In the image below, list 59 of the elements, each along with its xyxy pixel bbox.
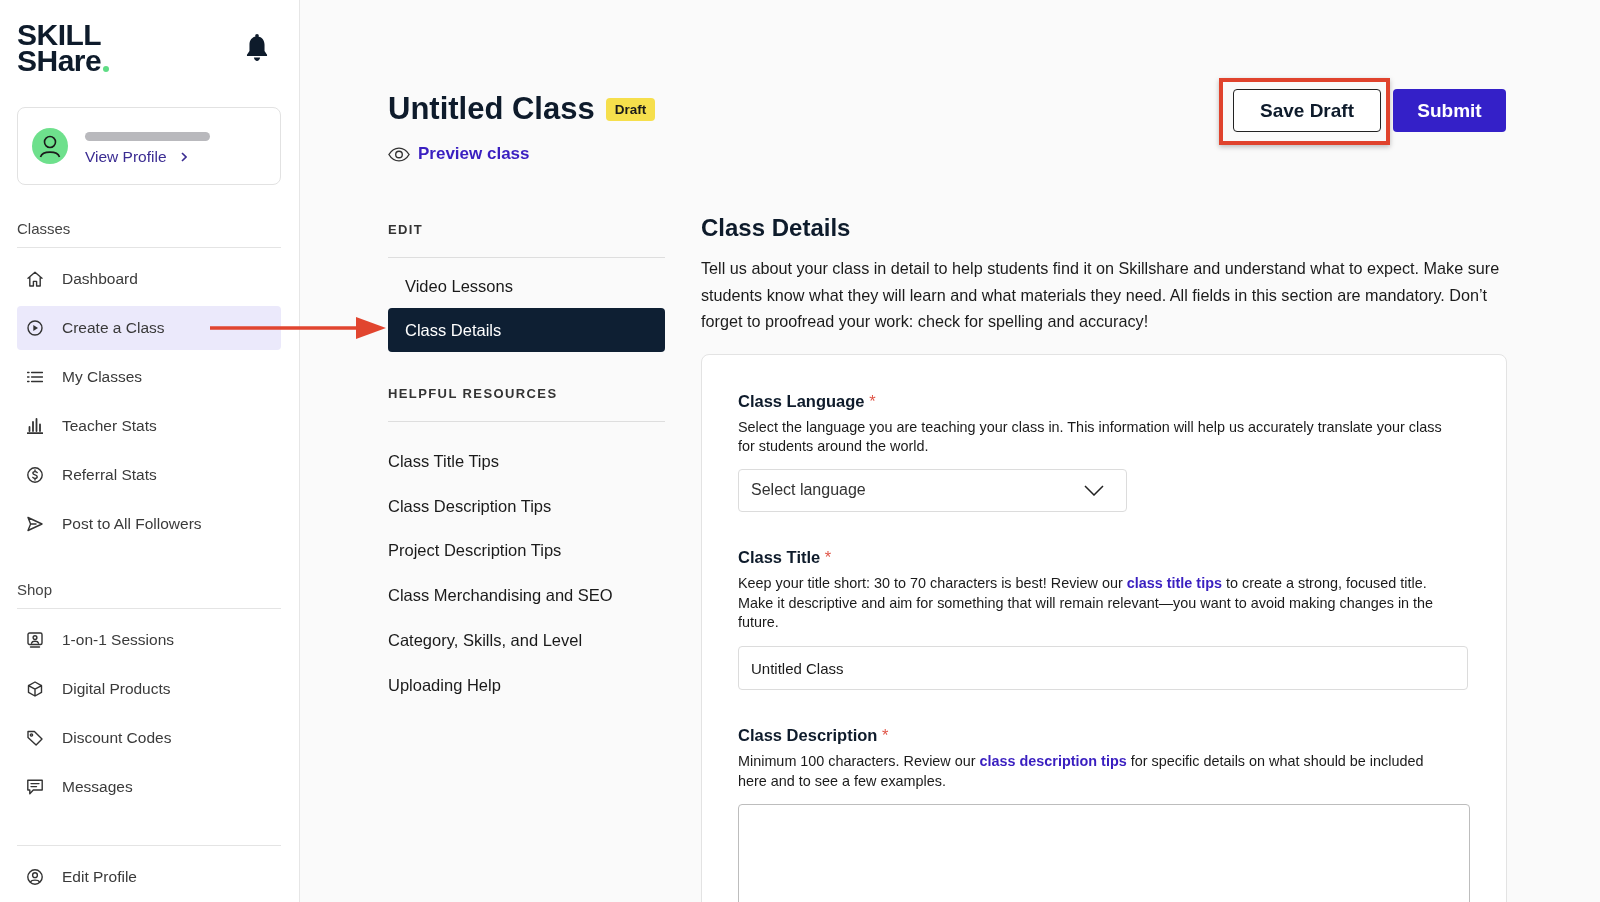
resource-link[interactable]: Class Description Tips <box>388 483 552 529</box>
class-title: Untitled Class <box>388 90 595 128</box>
cube-icon <box>27 681 43 697</box>
person-screen-icon <box>27 632 43 648</box>
section-title: Class Details <box>701 213 852 243</box>
tag-icon <box>27 730 43 746</box>
home-icon <box>27 271 43 287</box>
send-icon <box>27 516 43 532</box>
submit-button[interactable]: Submit <box>1393 89 1506 132</box>
resource-link[interactable]: Uploading Help <box>388 663 501 708</box>
tips-link[interactable]: class description tips <box>979 753 1127 769</box>
chevron-down-icon <box>1084 484 1104 496</box>
dollar-circle-icon <box>27 467 43 483</box>
view-profile-link[interactable]: View Profile <box>85 146 210 167</box>
chevron-right-icon <box>180 151 187 162</box>
sidebar-item[interactable]: Dashboard <box>17 257 281 301</box>
resource-link[interactable]: Class Merchandising and SEO <box>388 573 613 619</box>
language-select[interactable]: Select language <box>738 468 1127 512</box>
sidebar-item[interactable]: 1-on-1 Sessions <box>17 618 281 662</box>
avatar-icon <box>32 128 68 164</box>
class-title-input[interactable]: Untitled Class <box>738 646 1468 690</box>
nav-section-heading: HELPFUL RESOURCES <box>388 385 559 403</box>
message-icon <box>27 779 43 795</box>
sidebar-item[interactable]: Create a Class <box>17 306 281 350</box>
sidebar-section-heading: Classes <box>17 219 72 239</box>
sidebar-item[interactable]: Messages <box>17 765 281 809</box>
sidebar-item[interactable]: My Classes <box>17 355 281 399</box>
sidebar-item[interactable]: Teacher Stats <box>17 404 281 448</box>
field-description: Minimum 100 characters. Review our class description tips for specific details on what should be included here and to see a few examples. <box>738 752 1425 791</box>
field-label: Class Language * <box>738 390 877 412</box>
preview-class-link[interactable]: Preview class <box>388 143 656 165</box>
play-circle-icon <box>27 320 43 336</box>
field-description: Select the language you are teaching your class in. This information will help us accurately translate your class for students around the world. <box>738 417 1443 457</box>
resource-link[interactable]: Class Title Tips <box>388 439 499 484</box>
list-icon <box>27 369 43 385</box>
edit-nav-item[interactable]: Video Lessons <box>388 264 665 308</box>
nav-section-heading: EDIT <box>388 221 425 239</box>
sidebar-item[interactable]: Digital Products <box>17 667 281 711</box>
field-label: Class Description * <box>738 725 890 746</box>
sidebar-item[interactable]: Post to All Followers <box>17 502 281 546</box>
draft-badge: Draft <box>605 97 656 121</box>
section-intro: Tell us about your class in detail to help students find it on Skillshare and understand what to expect. Make sure students know what they will learn and what materials they need. All fields in this section are mandatory. Don’t forget to proofread your work: check for spelling and accuracy! <box>701 258 1501 332</box>
sidebar-item[interactable]: Edit Profile <box>17 855 281 899</box>
logo-text: SKILL SHare <box>17 21 102 74</box>
notification-bell-icon[interactable] <box>246 34 268 61</box>
sidebar-section-heading: Shop <box>17 580 54 600</box>
resource-link[interactable]: Category, Skills, and Level <box>388 618 583 663</box>
sidebar-item[interactable]: Referral Stats <box>17 453 281 497</box>
eye-icon <box>388 146 410 162</box>
logo-dot-icon <box>103 65 110 72</box>
user-circle-icon <box>27 869 43 885</box>
edit-nav-item[interactable]: Class Details <box>388 308 665 352</box>
field-description: Keep your title short: 30 to 70 characters is best! Review our class title tips to create a strong, focused title. Make it descriptive and aim for something that will remain relevant—you want to avoid making changes in the future. <box>738 573 1435 633</box>
field-label: Class Title * <box>738 546 833 568</box>
bar-chart-icon <box>27 418 43 434</box>
resource-link[interactable]: Project Description Tips <box>388 528 562 574</box>
sidebar-item[interactable]: Discount Codes <box>17 716 281 760</box>
save-draft-button[interactable]: Save Draft <box>1233 89 1381 132</box>
tips-link[interactable]: class title tips <box>1126 574 1222 591</box>
